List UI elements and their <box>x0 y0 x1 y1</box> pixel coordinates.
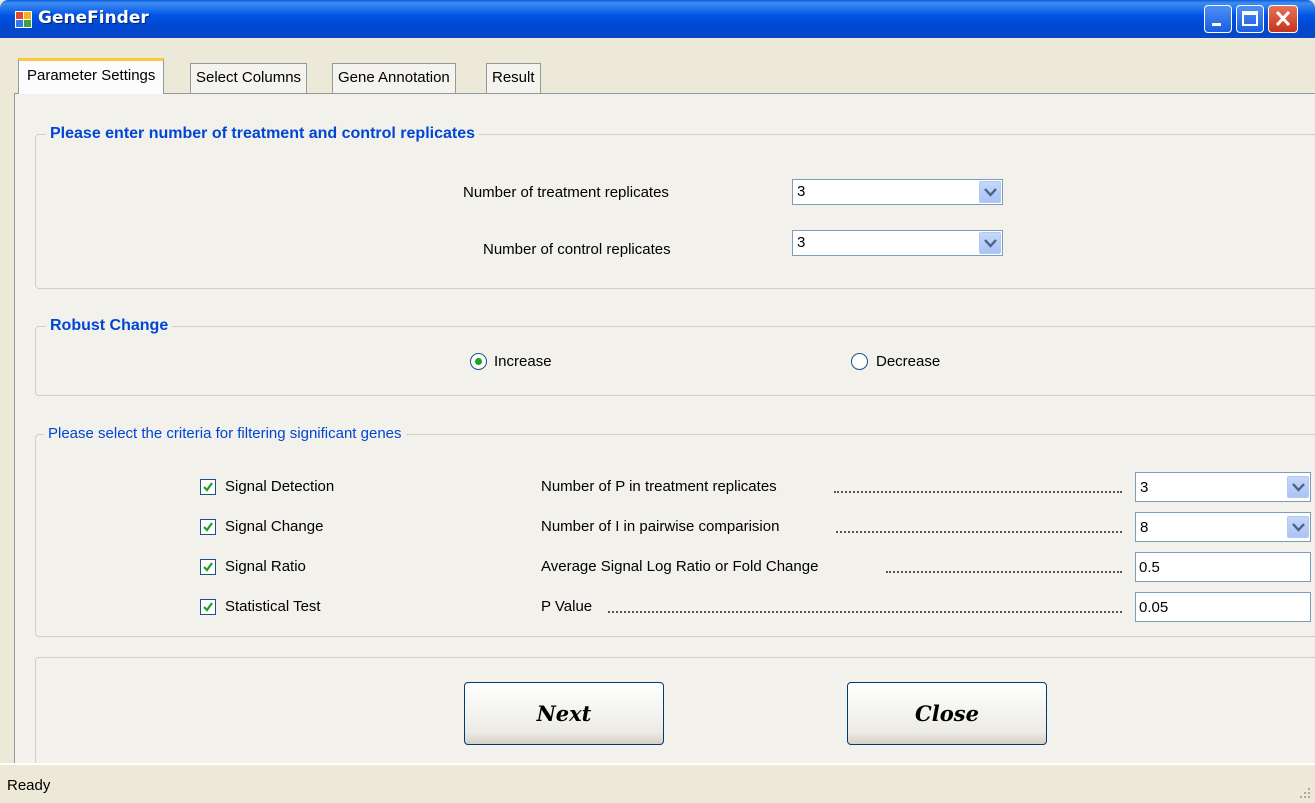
tab-parameter-settings[interactable]: Parameter Settings <box>18 58 165 94</box>
log-ratio-label: Average Signal Log Ratio or Fold Change <box>541 558 819 575</box>
statistical-test-checkbox[interactable] <box>200 599 216 615</box>
dropdown-arrow-button[interactable] <box>979 181 1001 203</box>
p-in-treatment-label: Number of P in treatment replicates <box>541 478 777 495</box>
checkmark-icon <box>203 602 213 612</box>
decrease-radio[interactable] <box>851 353 868 370</box>
leader-dots <box>886 569 1122 573</box>
p-value-label: P Value <box>541 598 593 615</box>
p-in-treatment-value: 3 <box>1140 479 1149 496</box>
decrease-label[interactable]: Decrease <box>876 353 940 370</box>
maximize-button[interactable] <box>1236 5 1264 33</box>
tab-gene-annotation[interactable]: Gene Annotation <box>332 63 456 93</box>
signal-detection-label[interactable]: Signal Detection <box>225 478 334 495</box>
maximize-icon <box>1242 11 1258 26</box>
status-text: Ready <box>7 777 51 794</box>
tab-result[interactable]: Result <box>486 63 541 93</box>
chevron-down-icon <box>1292 483 1305 492</box>
i-in-pairwise-value: 8 <box>1140 519 1149 536</box>
dropdown-arrow-button[interactable] <box>979 232 1001 254</box>
treatment-replicates-label: Number of treatment replicates <box>463 184 669 201</box>
criteria-group: Please select the criteria for filtering… <box>35 425 1315 637</box>
minimize-icon <box>1212 23 1221 26</box>
buttons-group: Next Close <box>35 657 1315 777</box>
i-in-pairwise-select[interactable]: 8 <box>1135 512 1311 542</box>
radio-selected-dot <box>475 358 482 365</box>
chevron-down-icon <box>984 188 997 197</box>
app-icon <box>15 11 32 28</box>
log-ratio-value: 0.5 <box>1139 559 1160 576</box>
checkmark-icon <box>203 562 213 572</box>
i-in-pairwise-label: Number of I in pairwise comparision <box>541 518 780 535</box>
replicates-group-title: Please enter number of treatment and con… <box>46 125 480 143</box>
checkmark-icon <box>203 482 213 492</box>
chevron-down-icon <box>1292 523 1305 532</box>
control-replicates-label: Number of control replicates <box>483 241 671 258</box>
treatment-replicates-value: 3 <box>797 183 806 200</box>
signal-ratio-label[interactable]: Signal Ratio <box>225 558 306 575</box>
dropdown-arrow-button[interactable] <box>1287 476 1309 498</box>
dropdown-arrow-button[interactable] <box>1287 516 1309 538</box>
window-title: GeneFinder <box>38 8 149 28</box>
statistical-test-label[interactable]: Statistical Test <box>225 598 321 615</box>
p-value-value: 0.05 <box>1139 599 1169 616</box>
log-ratio-input[interactable]: 0.5 <box>1135 552 1311 582</box>
close-icon <box>1275 10 1291 27</box>
title-bar[interactable]: GeneFinder <box>0 0 1315 38</box>
minimize-button[interactable] <box>1204 5 1232 33</box>
increase-radio[interactable] <box>470 353 487 370</box>
parameter-settings-panel: Please enter number of treatment and con… <box>14 93 1315 777</box>
status-bar: Ready <box>0 763 1315 803</box>
increase-label[interactable]: Increase <box>494 353 552 370</box>
p-value-input[interactable]: 0.05 <box>1135 592 1311 622</box>
close-button[interactable]: Close <box>847 682 1047 745</box>
leader-dots <box>834 489 1122 493</box>
treatment-replicates-select[interactable]: 3 <box>792 179 1003 205</box>
next-button[interactable]: Next <box>464 682 664 745</box>
signal-ratio-checkbox[interactable] <box>200 559 216 575</box>
close-window-button[interactable] <box>1268 5 1298 33</box>
tab-select-columns[interactable]: Select Columns <box>190 63 308 93</box>
robust-change-group-title: Robust Change <box>46 317 173 335</box>
chevron-down-icon <box>984 239 997 248</box>
leader-dots <box>836 529 1122 533</box>
control-replicates-select[interactable]: 3 <box>792 230 1003 256</box>
criteria-group-title: Please select the criteria for filtering… <box>44 425 406 442</box>
leader-dots <box>608 609 1122 613</box>
replicates-group: Please enter number of treatment and con… <box>35 125 1315 289</box>
signal-detection-checkbox[interactable] <box>200 479 216 495</box>
signal-change-label[interactable]: Signal Change <box>225 518 323 535</box>
resize-grip-icon[interactable] <box>1299 787 1311 799</box>
control-replicates-value: 3 <box>797 234 806 251</box>
checkmark-icon <box>203 522 213 532</box>
signal-change-checkbox[interactable] <box>200 519 216 535</box>
robust-change-group: Robust Change Increase Decrease <box>35 317 1315 396</box>
p-in-treatment-select[interactable]: 3 <box>1135 472 1311 502</box>
